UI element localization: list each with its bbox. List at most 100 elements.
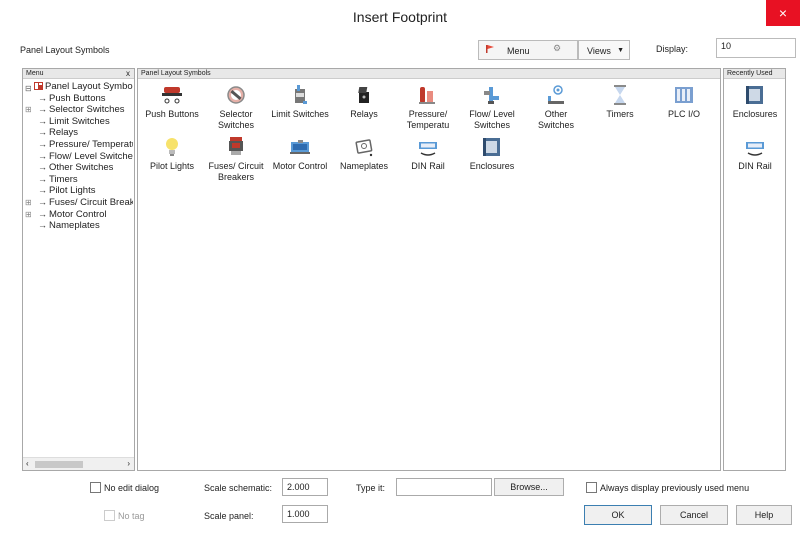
push-buttons-icon	[162, 87, 182, 104]
tree-item-label: Pressure/ Temperature	[49, 138, 133, 150]
tree-item[interactable]: → Push Buttons	[25, 93, 133, 105]
symbols-pane: Panel Layout Symbols Push Buttons Selecto…	[137, 68, 721, 471]
tree-item[interactable]: ⊞ → Selector Switches	[25, 104, 133, 116]
horizontal-scrollbar[interactable]: ‹ ›	[23, 457, 134, 470]
ok-button[interactable]: OK	[584, 505, 652, 525]
tree-item[interactable]: → Flow/ Level Switches	[25, 151, 133, 163]
enclosures-icon	[483, 138, 500, 156]
tree-item[interactable]: → Pilot Lights	[25, 185, 133, 197]
symbol-tile[interactable]: DIN Rail	[396, 135, 460, 199]
no-edit-dialog-label: No edit dialog	[104, 483, 160, 493]
arrow-icon: →	[38, 150, 47, 161]
tree-root[interactable]: ⊟ Panel Layout Symbols	[25, 81, 133, 93]
symbol-caption-line1: Pilot Lights	[149, 161, 195, 171]
menu-toggle-button[interactable]: Menu ⚙	[478, 40, 578, 60]
selector-switches-icon	[227, 86, 245, 104]
recent-caption: Enclosures	[732, 109, 778, 119]
views-dropdown[interactable]: Views ▼	[578, 40, 630, 60]
symbol-caption-line1: Other	[544, 109, 568, 119]
symbol-tile[interactable]: Pilot Lights	[140, 135, 204, 199]
symbol-tile[interactable]: Enclosures	[460, 135, 524, 199]
pressure-temperature-icon	[419, 87, 435, 104]
arrow-icon: →	[38, 92, 47, 103]
display-count-field[interactable]: 10	[716, 38, 796, 58]
symbol-caption: Flow/ Level Switches	[460, 109, 524, 131]
tree-root-label: Panel Layout Symbols	[45, 81, 133, 92]
symbol-tile[interactable]: Fuses/ Circuit Breakers	[204, 135, 268, 199]
tree-item[interactable]: →Pressure/ Temperature	[25, 139, 133, 151]
tree-item-label: Limit Switches	[49, 115, 110, 127]
scroll-thumb[interactable]	[35, 461, 83, 468]
menu-label: Menu	[507, 46, 530, 56]
symbol-caption: PLC I/O	[652, 109, 716, 120]
always-display-checkbox[interactable]	[586, 482, 597, 493]
scale-panel-field[interactable]: 1.000	[282, 505, 328, 523]
tree-item[interactable]: → Nameplates	[25, 220, 133, 232]
symbol-tile[interactable]: Other Switches	[524, 83, 588, 147]
recent-pane-title: Recently Used	[727, 70, 773, 77]
menu-tree: ⊟ Panel Layout Symbols → Push Buttons ⊞ → Se…	[25, 81, 133, 232]
expand-icon[interactable]: ⊞	[25, 104, 32, 116]
tree-item-label: Relays	[49, 127, 79, 139]
help-button[interactable]: Help	[736, 505, 792, 525]
other-switches-icon	[548, 85, 564, 104]
symbol-caption: Timers	[588, 109, 652, 120]
symbol-caption: Push Buttons	[140, 109, 204, 120]
symbol-caption-line1: PLC I/O	[667, 109, 700, 119]
scroll-left-icon[interactable]: ‹	[26, 459, 29, 468]
scale-schematic-label: Scale schematic:	[204, 483, 273, 493]
close-icon[interactable]: ×	[766, 0, 800, 26]
flow-level-switches-icon	[484, 87, 499, 104]
arrow-icon: →	[38, 185, 47, 196]
type-it-field[interactable]	[396, 478, 492, 496]
scroll-right-icon[interactable]: ›	[127, 459, 130, 468]
no-edit-dialog-checkbox[interactable]	[90, 482, 101, 493]
symbol-caption-line2: Switches	[217, 120, 254, 130]
views-label: Views	[587, 46, 611, 56]
arrow-icon: →	[38, 162, 47, 173]
symbol-caption-line2: Switches	[537, 120, 574, 130]
browse-button[interactable]: Browse...	[494, 478, 564, 496]
pilot-lights-icon	[166, 138, 178, 156]
symbol-tile[interactable]: Nameplates	[332, 135, 396, 199]
symbol-caption-line1: Push Buttons	[145, 109, 199, 119]
tree-item[interactable]: → Limit Switches	[25, 116, 133, 128]
arrow-icon: →	[38, 115, 47, 126]
cancel-button[interactable]: Cancel	[660, 505, 728, 525]
arrow-icon: →	[38, 104, 47, 115]
symbol-tile[interactable]: Timers	[588, 83, 652, 147]
window-title: Insert Footprint	[352, 9, 448, 25]
no-tag-label: No tag	[118, 511, 145, 521]
recent-tile[interactable]: DIN Rail	[723, 135, 787, 199]
tree-item-label: Flow/ Level Switches	[49, 150, 133, 162]
tree-view-icon[interactable]: ⚙	[553, 43, 561, 54]
symbol-caption: Enclosures	[460, 161, 524, 172]
arrow-icon: →	[38, 127, 47, 138]
scale-schematic-field[interactable]: 2.000	[282, 478, 328, 496]
always-display-label: Always display previously used menu	[600, 483, 750, 493]
symbol-tile[interactable]: PLC I/O	[652, 83, 716, 147]
title-bar: Insert Footprint ×	[0, 0, 800, 34]
tree-item[interactable]: → Other Switches	[25, 162, 133, 174]
close-icon[interactable]: x	[126, 69, 130, 79]
relays-icon	[358, 87, 369, 103]
recent-pane: Recently Used Enclosures DIN Rail	[723, 68, 786, 471]
symbol-caption: Pressure/Temperatu	[396, 109, 460, 131]
nameplates-icon	[355, 139, 373, 157]
tree-item[interactable]: ⊞ → Motor Control	[25, 209, 133, 221]
expand-icon[interactable]: ⊞	[25, 197, 32, 209]
expand-icon[interactable]: ⊞	[25, 209, 32, 221]
symbol-caption-line1: Pressure/	[408, 109, 448, 119]
symbol-tile[interactable]: Motor Control	[268, 135, 332, 199]
toolbar-label: Panel Layout Symbols	[20, 45, 110, 55]
scale-panel-label: Scale panel:	[204, 511, 254, 521]
tree-item[interactable]: → Timers	[25, 174, 133, 186]
no-tag-checkbox[interactable]	[104, 510, 115, 521]
tree-item[interactable]: ⊞ →Fuses/ Circuit Breakers	[25, 197, 133, 209]
symbol-caption: Limit Switches	[268, 109, 332, 120]
chevron-down-icon: ▼	[617, 47, 624, 54]
tree-item[interactable]: → Relays	[25, 127, 133, 139]
symbol-caption: DIN Rail	[396, 161, 460, 172]
symbol-caption: Nameplates	[332, 161, 396, 172]
symbol-caption-line1: Relays	[350, 109, 378, 119]
